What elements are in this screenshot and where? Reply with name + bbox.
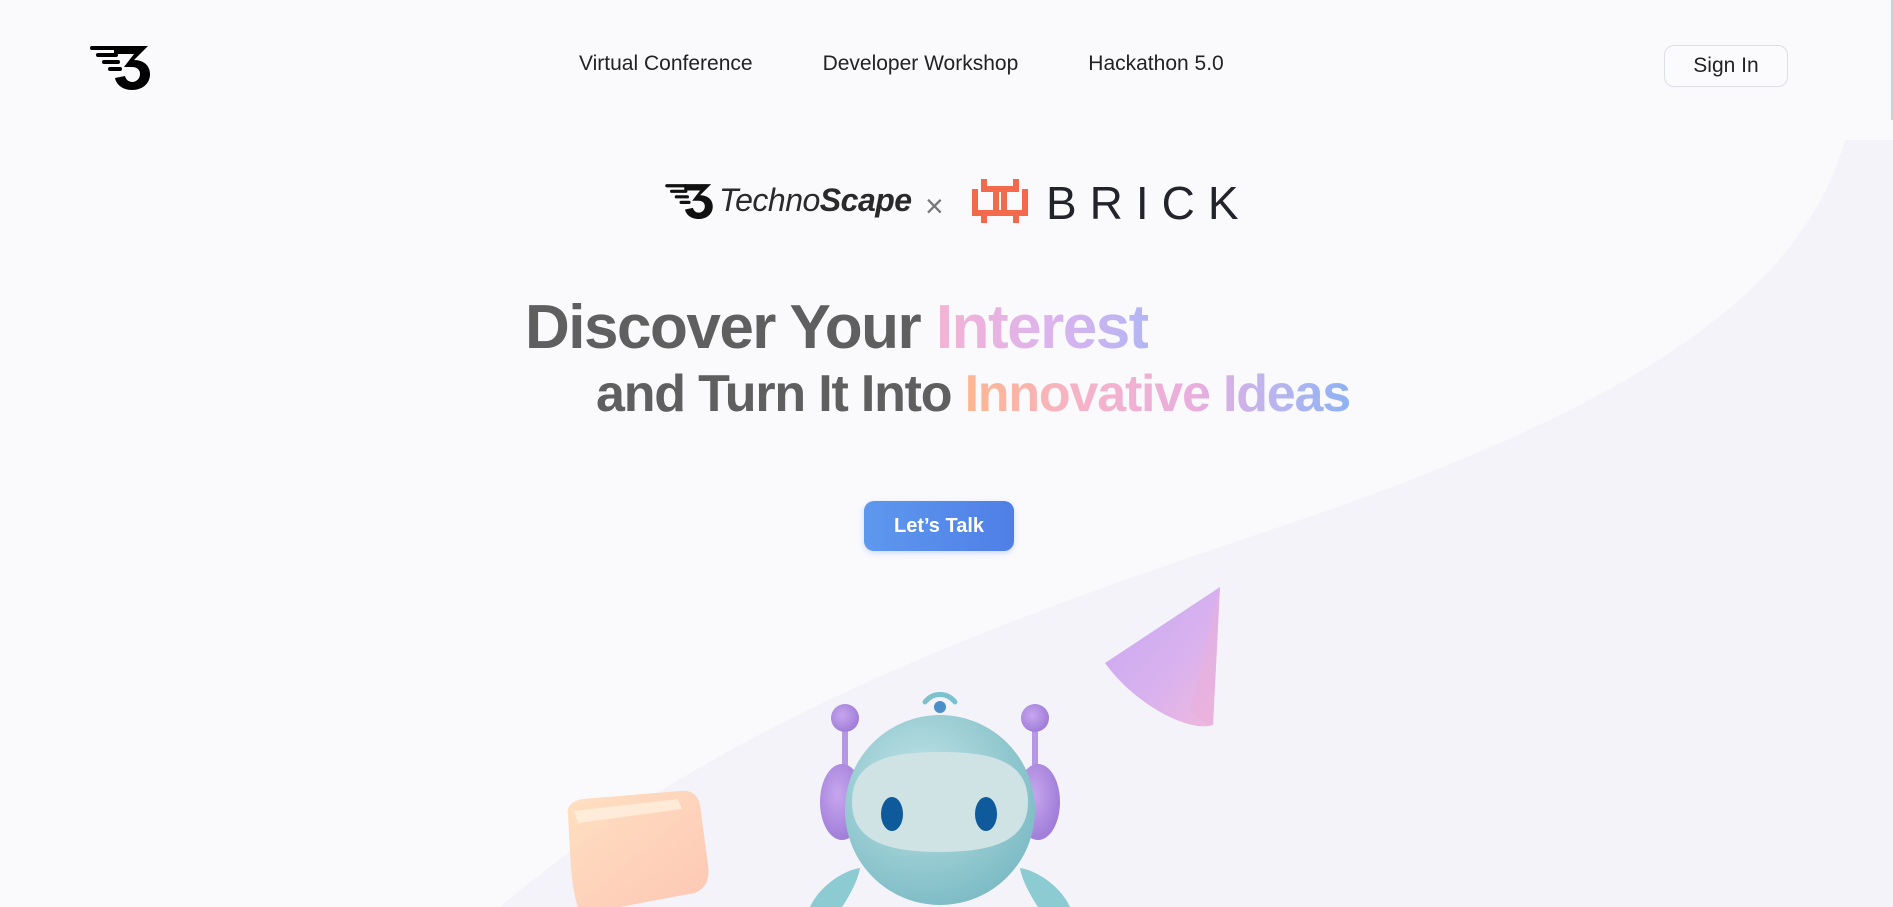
technoscape-wordmark: TechnoScape <box>719 182 912 219</box>
partner-logos: TechnoScape × BRICK <box>663 170 1239 230</box>
hero-heading-line1: Discover Your Interest <box>525 292 1149 363</box>
hero-line1-accent: Interest <box>935 293 1149 362</box>
hero-heading-line2: and Turn It Into Innovative Ideas <box>596 364 1352 424</box>
nav-hackathon[interactable]: Hackathon 5.0 <box>1088 52 1223 76</box>
hero-line2-text: and Turn It Into <box>596 365 965 423</box>
robot-illustration <box>810 692 1070 907</box>
hero-line1-text: Discover Your <box>525 293 936 362</box>
partner-separator: × <box>925 188 944 224</box>
landing-page: Virtual Conference Developer Workshop Ha… <box>0 0 1893 907</box>
nav-virtual-conference[interactable]: Virtual Conference <box>579 52 753 76</box>
cube-shape <box>567 790 709 907</box>
technoscape-word-light: Techno <box>719 182 820 218</box>
lets-talk-button[interactable]: Let’s Talk <box>864 501 1014 551</box>
cone-shape <box>1105 587 1220 727</box>
brick-logo-icon <box>972 179 1028 223</box>
main-nav: Virtual Conference Developer Workshop Ha… <box>579 52 1224 76</box>
hero-line2-accent: Innovative Ideas <box>964 365 1352 423</box>
sign-in-button[interactable]: Sign In <box>1664 45 1788 87</box>
technoscape-word-bold: Scape <box>819 182 912 218</box>
brick-wordmark: BRICK <box>1046 177 1252 229</box>
technoscape-mark-icon <box>665 184 713 219</box>
nav-developer-workshop[interactable]: Developer Workshop <box>823 52 1019 76</box>
technoscape-logo-icon[interactable] <box>88 42 152 90</box>
